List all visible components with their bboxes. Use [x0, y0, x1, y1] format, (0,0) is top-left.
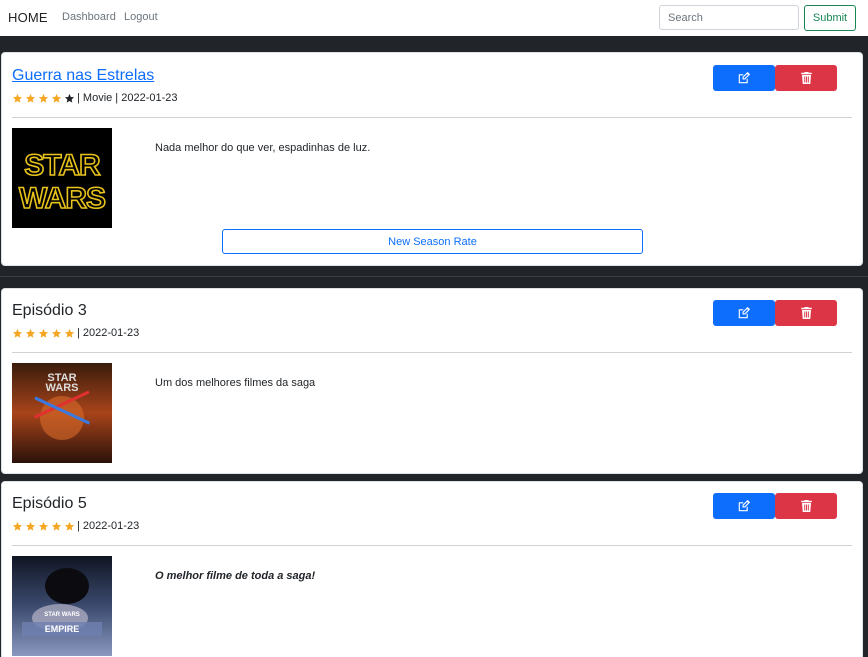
review-card: Guerra nas Estrelas | Movie | 2022-01-23…	[1, 52, 863, 266]
star-filled-icon	[12, 328, 23, 338]
episode3-poster: STAR WARS	[12, 363, 112, 463]
star-filled-icon	[38, 93, 49, 103]
review-card: Episódio 3 | 2022-01-23 STAR WARS Um dos…	[1, 288, 863, 474]
card-description: O melhor filme de toda a saga!	[155, 570, 316, 582]
delete-button[interactable]	[775, 300, 837, 326]
divider	[12, 352, 852, 353]
poster-image: STAR WARS	[12, 363, 112, 463]
card-title: Episódio 5	[12, 495, 87, 512]
star-filled-icon	[25, 328, 36, 338]
edit-button[interactable]	[713, 65, 775, 91]
submit-button[interactable]: Submit	[804, 5, 856, 31]
svg-text:STAR: STAR	[24, 149, 101, 182]
star-filled-icon	[38, 328, 49, 338]
new-season-rate-button[interactable]: New Season Rate	[222, 229, 643, 254]
card-description: Um dos melhores filmes da saga	[155, 377, 316, 389]
star-filled-icon	[64, 521, 75, 531]
star-filled-icon	[25, 93, 36, 103]
star-wars-logo: STAR WARS	[12, 128, 112, 228]
star-filled-icon	[12, 93, 23, 103]
star-filled-icon	[12, 521, 23, 531]
card-meta: | 2022-01-23	[12, 327, 139, 339]
card-title: Episódio 3	[12, 302, 87, 319]
edit-button[interactable]	[713, 493, 775, 519]
nav-logout-link[interactable]: Logout	[124, 11, 158, 23]
card-meta-text: | 2022-01-23	[77, 520, 140, 532]
card-meta: | 2022-01-23	[12, 520, 139, 532]
card-meta: | Movie | 2022-01-23	[12, 92, 178, 104]
edit-icon	[738, 307, 750, 319]
episode5-poster: STAR WARS EMPIRE	[12, 556, 112, 656]
trash-icon	[800, 72, 812, 84]
separator	[0, 276, 868, 277]
svg-text:WARS: WARS	[19, 182, 105, 215]
rating-stars	[12, 93, 75, 104]
star-filled-icon	[51, 328, 62, 338]
poster-image: STAR WARS EMPIRE	[12, 556, 112, 656]
edit-button[interactable]	[713, 300, 775, 326]
delete-button[interactable]	[775, 493, 837, 519]
delete-button[interactable]	[775, 65, 837, 91]
poster-image: STAR WARS	[12, 128, 112, 228]
divider	[12, 117, 852, 118]
star-filled-icon	[51, 93, 62, 103]
nav-dashboard-link[interactable]: Dashboard	[62, 11, 116, 23]
review-card: Episódio 5 | 2022-01-23 STAR WARS EMPIRE	[1, 481, 863, 657]
trash-icon	[800, 307, 812, 319]
star-filled-icon	[64, 328, 75, 338]
card-description: Nada melhor do que ver, espadinhas de lu…	[155, 142, 371, 154]
card-meta-text: | Movie | 2022-01-23	[77, 92, 178, 104]
svg-text:EMPIRE: EMPIRE	[45, 624, 80, 634]
rating-stars	[12, 521, 75, 532]
star-filled-icon	[51, 521, 62, 531]
navbar: HOME Dashboard Logout Submit	[0, 0, 868, 36]
edit-icon	[738, 72, 750, 84]
star-empty-icon	[64, 93, 75, 103]
star-filled-icon	[38, 521, 49, 531]
search-input[interactable]	[659, 5, 799, 30]
card-title-link[interactable]: Guerra nas Estrelas	[12, 67, 154, 85]
svg-text:WARS: WARS	[46, 382, 79, 394]
brand-home-link[interactable]: HOME	[8, 10, 48, 25]
edit-icon	[738, 500, 750, 512]
star-filled-icon	[25, 521, 36, 531]
trash-icon	[800, 500, 812, 512]
svg-text:STAR WARS: STAR WARS	[44, 612, 80, 618]
card-meta-text: | 2022-01-23	[77, 327, 140, 339]
divider	[12, 545, 852, 546]
rating-stars	[12, 328, 75, 339]
